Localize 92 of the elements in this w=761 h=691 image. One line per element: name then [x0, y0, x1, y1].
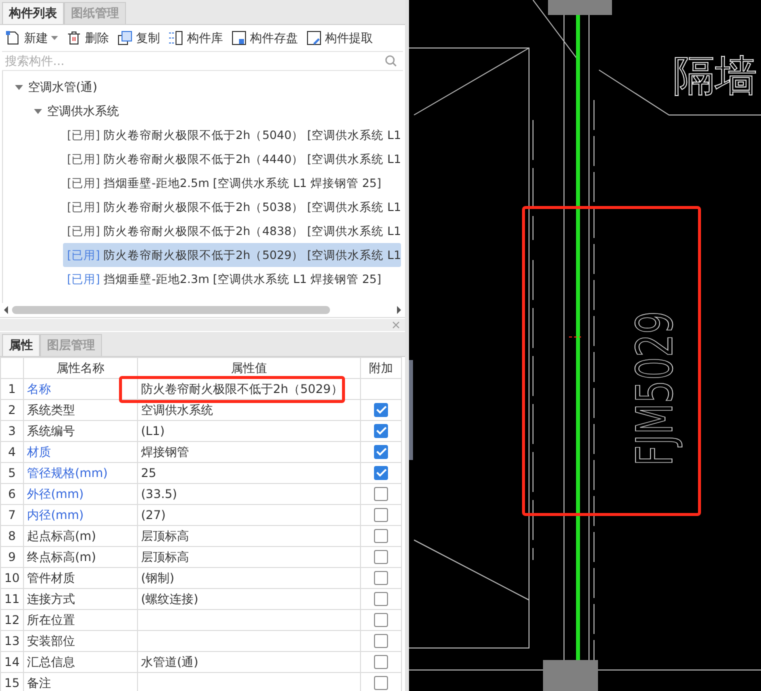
toolbar-button[interactable]: 新建	[3, 30, 60, 46]
checkbox[interactable]	[374, 424, 388, 438]
toolbar-button[interactable]: 构件提取	[304, 30, 375, 46]
property-name: 外径(mm)	[24, 484, 138, 504]
row-number: 7	[0, 504, 24, 526]
list-icon	[168, 30, 184, 46]
checkbox[interactable]	[374, 676, 388, 690]
door-label: FJM5029	[626, 252, 684, 466]
property-value[interactable]: 空调供水系统	[138, 400, 360, 420]
collapse-handle[interactable]	[409, 360, 413, 460]
new-document-icon	[5, 30, 21, 46]
scroll-right-icon[interactable]	[397, 306, 401, 314]
property-value[interactable]: 25	[138, 462, 360, 484]
property-name: 系统编号	[24, 420, 138, 442]
property-name: 汇总信息	[24, 652, 138, 672]
property-value[interactable]: 层顶标高	[138, 526, 360, 546]
search-icon	[385, 55, 397, 67]
tree-item[interactable]: [已用] 挡烟垂壁-距地2.3m [空调供水系统 L1 焊接钢管 25]	[63, 267, 382, 291]
tree-item[interactable]: [已用] 防火卷帘耐火极限不低于2h（4838） [空调供水系统 L1	[63, 219, 402, 243]
property-name: 材质	[24, 442, 138, 462]
checkbox[interactable]	[374, 487, 388, 502]
row-number: 1	[0, 378, 24, 400]
checkbox[interactable]	[374, 634, 388, 648]
column-header: 附加	[360, 358, 402, 378]
property-name: 管径规格(mm)	[24, 462, 138, 484]
search-field[interactable]: 搜索构件...	[5, 54, 385, 68]
copy-icon	[117, 30, 133, 46]
row-number: 12	[0, 610, 24, 630]
column-block	[543, 660, 598, 691]
row-number: 4	[0, 442, 24, 462]
panel-tab[interactable]: 构件列表	[2, 2, 64, 24]
checkbox[interactable]	[374, 529, 388, 544]
property-name: 终点标高(m)	[24, 546, 138, 568]
tree-item[interactable]: [已用] 防火卷帘耐火极限不低于2h（5040） [空调供水系统 L1	[63, 123, 402, 147]
checkbox[interactable]	[374, 445, 388, 460]
save-icon	[231, 30, 247, 46]
property-value[interactable]: 层顶标高	[138, 546, 360, 568]
close-icon[interactable]	[392, 321, 400, 329]
property-value[interactable]: (27)	[138, 504, 360, 526]
property-name: 名称	[24, 378, 138, 400]
row-number: 13	[0, 630, 24, 652]
checkbox[interactable]	[374, 592, 388, 606]
property-value[interactable]: 水管道(通)	[138, 652, 360, 672]
checkbox[interactable]	[374, 613, 388, 628]
tree-item[interactable]: [已用] 防火卷帘耐火极限不低于2h（5029） [空调供水系统 L1	[63, 243, 402, 267]
toolbar-button[interactable]: 删除	[64, 30, 111, 46]
property-value[interactable]: 焊接钢管	[138, 442, 360, 462]
toolbar-button[interactable]: 复制	[115, 30, 162, 46]
row-number: 5	[0, 462, 24, 484]
row-number: 11	[0, 588, 24, 610]
checkbox[interactable]	[374, 508, 388, 522]
toolbar-button[interactable]: 构件库	[166, 30, 225, 46]
column-header: 属性名称	[24, 358, 138, 378]
row-number: 9	[0, 546, 24, 568]
column-block	[548, 0, 612, 15]
property-name: 连接方式	[24, 588, 138, 610]
row-number: 2	[0, 400, 24, 420]
row-number: 3	[0, 420, 24, 442]
tree-node[interactable]: 空调水管(通)	[3, 75, 405, 99]
row-number: 14	[0, 652, 24, 672]
column-header: 属性值	[138, 358, 360, 378]
scroll-left-icon[interactable]	[4, 306, 8, 314]
checkbox[interactable]	[374, 550, 388, 564]
property-name: 起点标高(m)	[24, 526, 138, 546]
property-value[interactable]: (钢制)	[138, 568, 360, 588]
property-value[interactable]: (L1)	[138, 420, 360, 442]
tree-item[interactable]: [已用] 防火卷帘耐火极限不低于2h（5038） [空调供水系统 L1	[63, 195, 402, 219]
marker-icon	[568, 336, 582, 338]
trash-icon	[66, 30, 82, 46]
row-number: 15	[0, 672, 24, 691]
tree-item[interactable]: [已用] 挡烟垂壁-距地2.5m [空调供水系统 L1 焊接钢管 25]	[63, 171, 382, 195]
checkbox[interactable]	[374, 466, 388, 480]
property-value[interactable]: (螺纹连接)	[138, 588, 360, 610]
property-value[interactable]: (33.5)	[138, 484, 360, 504]
panel-tab[interactable]: 属性	[2, 334, 40, 356]
checkbox[interactable]	[374, 655, 388, 670]
property-name: 安装部位	[24, 630, 138, 652]
property-name: 所在位置	[24, 610, 138, 630]
extract-icon	[306, 30, 322, 46]
property-name: 管件材质	[24, 568, 138, 588]
row-number: 10	[0, 568, 24, 588]
tree-node[interactable]: 空调供水系统	[3, 99, 405, 123]
property-name: 内径(mm)	[24, 504, 138, 526]
checkbox[interactable]	[374, 571, 388, 586]
checkbox[interactable]	[374, 403, 388, 418]
row-number: 6	[0, 484, 24, 504]
scrollbar-thumb[interactable]	[12, 306, 330, 314]
row-number: 8	[0, 526, 24, 546]
property-value[interactable]: 防火卷帘耐火极限不低于2h（5029）	[138, 378, 360, 400]
wall-label: 隔墙	[673, 51, 757, 100]
tree-item[interactable]: [已用] 防火卷帘耐火极限不低于2h（4440） [空调供水系统 L1	[63, 147, 402, 171]
toolbar-button[interactable]: 构件存盘	[229, 30, 300, 46]
